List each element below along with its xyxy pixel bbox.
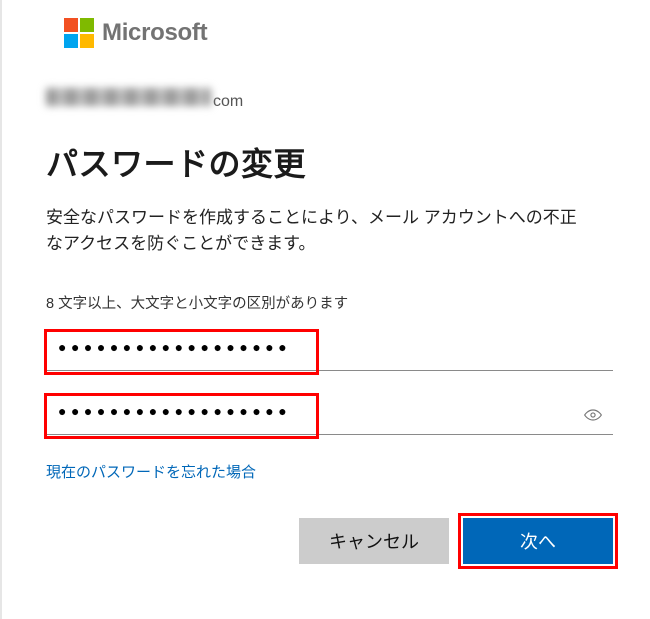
- brand-row: Microsoft: [64, 18, 613, 48]
- microsoft-logo-icon: [64, 18, 94, 48]
- reveal-password-button[interactable]: [579, 401, 607, 429]
- cancel-button[interactable]: キャンセル: [299, 518, 449, 564]
- page-title: パスワードの変更: [46, 139, 613, 185]
- brand-text: Microsoft: [102, 19, 207, 47]
- password-rule: 8 文字以上、大文字と小文字の区別があります: [46, 292, 613, 313]
- email-suffix: com: [213, 93, 243, 111]
- account-email: com: [46, 88, 613, 111]
- forgot-password-link[interactable]: 現在のパスワードを忘れた場合: [46, 461, 256, 482]
- new-password-field-wrapper: ●●●●●●●●●●●●●●●●●●: [46, 395, 613, 435]
- email-redacted: [46, 88, 211, 106]
- action-button-row: キャンセル 次へ: [46, 518, 613, 564]
- new-password-input[interactable]: [46, 395, 613, 435]
- next-button[interactable]: 次へ: [463, 518, 613, 564]
- current-password-input[interactable]: [46, 331, 613, 371]
- page-description: 安全なパスワードを作成することにより、メール アカウントへの不正なアクセスを防ぐ…: [46, 205, 586, 258]
- current-password-field-wrapper: ●●●●●●●●●●●●●●●●●●: [46, 331, 613, 371]
- eye-icon: [583, 405, 603, 425]
